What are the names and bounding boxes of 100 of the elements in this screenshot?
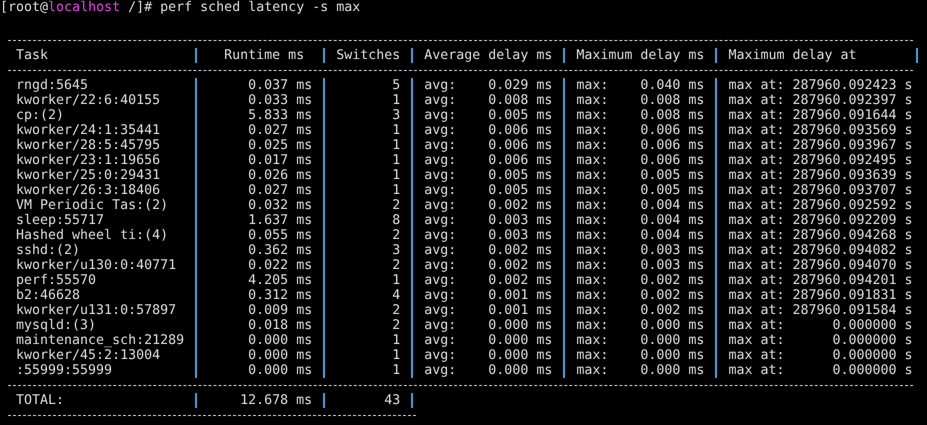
table-cell: 0.008 ms xyxy=(640,108,704,123)
task-name: :55999:55999 xyxy=(16,363,112,378)
cell-label: max: xyxy=(576,198,608,213)
table-cell: 0.026 ms xyxy=(248,168,312,183)
table-cell: 0.006 ms xyxy=(640,123,704,138)
cell-label: max: xyxy=(576,78,608,93)
task-name: Hashed wheel ti:(4) xyxy=(16,228,168,243)
table-cell: 0.006 ms xyxy=(488,153,552,168)
column-header: Task xyxy=(16,48,48,63)
cell-label: max at: xyxy=(728,168,784,183)
task-name: kworker/24:1:35441 xyxy=(16,123,160,138)
column-header: Average delay ms xyxy=(424,48,552,63)
column-header: Runtime ms xyxy=(224,48,304,63)
table-cell: 0.000000 s xyxy=(832,348,913,363)
table-cell: 1 xyxy=(392,138,400,153)
cell-label: avg: xyxy=(424,213,456,228)
prompt-user: [root@ xyxy=(0,0,48,15)
table-cell: 0.002 ms xyxy=(488,243,552,258)
table-cell: 0.003 ms xyxy=(488,228,552,243)
table-cell: 0.000000 s xyxy=(832,363,913,378)
table-cell: 0.001 ms xyxy=(488,288,552,303)
cell-label: max at: xyxy=(728,363,784,378)
cell-label: avg: xyxy=(424,258,456,273)
table-cell: 0.018 ms xyxy=(248,318,312,333)
total-runtime: 12.678 ms xyxy=(240,393,312,408)
cell-label: avg: xyxy=(424,198,456,213)
table-cell: 0.004 ms xyxy=(640,213,704,228)
task-name: maintenance_sch:21289 xyxy=(16,333,184,348)
table-cell: 3 xyxy=(392,243,400,258)
task-name: kworker/23:1:19656 xyxy=(16,153,160,168)
task-name: mysqld:(3) xyxy=(16,318,96,333)
cell-label: avg: xyxy=(424,363,456,378)
cell-label: max at: xyxy=(728,78,784,93)
column-header: Maximum delay at xyxy=(728,48,857,63)
cell-label: avg: xyxy=(424,168,456,183)
table-cell: 1 xyxy=(392,348,400,363)
table-cell: 287960.094070 s xyxy=(792,258,913,273)
table-cell: 287960.093707 s xyxy=(792,183,913,198)
cell-label: max: xyxy=(576,348,608,363)
table-cell: 2 xyxy=(392,228,400,243)
table-cell: 1 xyxy=(392,333,400,348)
table-cell: 0.000 ms xyxy=(248,348,312,363)
cell-label: max: xyxy=(576,153,608,168)
table-cell: 5.833 ms xyxy=(248,108,312,123)
cell-label: max at: xyxy=(728,288,784,303)
cell-label: max: xyxy=(576,93,608,108)
cell-label: avg: xyxy=(424,243,456,258)
table-cell: 0.033 ms xyxy=(248,93,312,108)
cell-label: avg: xyxy=(424,348,456,363)
cell-label: avg: xyxy=(424,273,456,288)
cell-label: max at: xyxy=(728,258,784,273)
table-cell: 0.000 ms xyxy=(640,348,704,363)
cell-label: max at: xyxy=(728,183,784,198)
cell-label: max at: xyxy=(728,273,784,288)
table-cell: 0.002 ms xyxy=(488,198,552,213)
table-cell: 0.005 ms xyxy=(640,183,704,198)
cell-label: max at: xyxy=(728,243,784,258)
table-cell: 0.008 ms xyxy=(640,93,704,108)
task-name: perf:55570 xyxy=(16,273,96,288)
cell-label: max: xyxy=(576,108,608,123)
table-cell: 0.002 ms xyxy=(640,303,704,318)
column-header: Switches xyxy=(336,48,400,63)
cell-label: max: xyxy=(576,363,608,378)
table-cell: 0.000 ms xyxy=(640,363,704,378)
table-cell: 2 xyxy=(392,318,400,333)
table-cell: 287960.093967 s xyxy=(792,138,913,153)
table-cell: 2 xyxy=(392,198,400,213)
cell-label: max at: xyxy=(728,228,784,243)
table-cell: 1 xyxy=(392,93,400,108)
column-header: Maximum delay ms xyxy=(576,48,704,63)
cell-label: max: xyxy=(576,228,608,243)
table-cell: 0.000 ms xyxy=(488,348,552,363)
cell-label: avg: xyxy=(424,123,456,138)
table-cell: 2 xyxy=(392,303,400,318)
table-cell: 0.017 ms xyxy=(248,153,312,168)
cell-label: max: xyxy=(576,333,608,348)
table-cell: 0.008 ms xyxy=(488,93,552,108)
table-cell: 0.000000 s xyxy=(832,318,913,333)
table-cell: 1.637 ms xyxy=(248,213,312,228)
table-cell: 3 xyxy=(392,108,400,123)
cell-label: avg: xyxy=(424,153,456,168)
task-name: kworker/26:3:18406 xyxy=(16,183,160,198)
cell-label: avg: xyxy=(424,93,456,108)
table-cell: 0.000 ms xyxy=(488,318,552,333)
cell-label: max at: xyxy=(728,123,784,138)
cell-label: max at: xyxy=(728,198,784,213)
table-cell: 0.040 ms xyxy=(640,78,704,93)
table-cell: 0.009 ms xyxy=(248,303,312,318)
table-cell: 0.005 ms xyxy=(488,183,552,198)
table-cell: 0.002 ms xyxy=(488,273,552,288)
table-cell: 0.032 ms xyxy=(248,198,312,213)
table-cell: 287960.094082 s xyxy=(792,243,913,258)
table-cell: 0.005 ms xyxy=(640,168,704,183)
cell-label: max at: xyxy=(728,213,784,228)
cell-label: max at: xyxy=(728,108,784,123)
table-cell: 0.000000 s xyxy=(832,333,913,348)
table-cell: 287960.093639 s xyxy=(792,168,913,183)
table-cell: 0.004 ms xyxy=(640,228,704,243)
table-cell: 0.025 ms xyxy=(248,138,312,153)
table-cell: 287960.093569 s xyxy=(792,123,913,138)
